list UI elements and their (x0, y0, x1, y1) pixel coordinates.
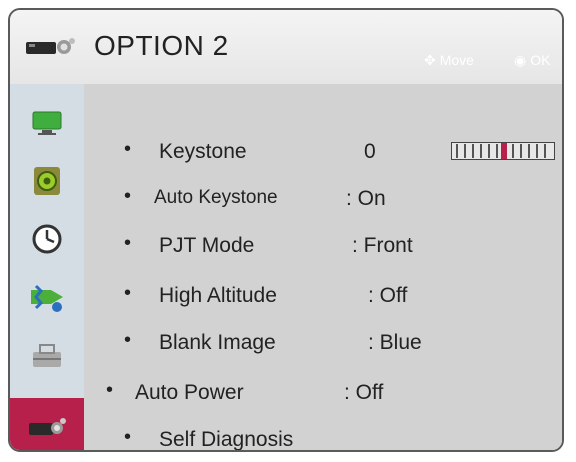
move-hint-label: Move (439, 52, 474, 68)
picture-icon (32, 111, 62, 135)
keystone-slider[interactable] (451, 142, 555, 160)
bullet: • (124, 138, 132, 160)
tab-time[interactable] (10, 210, 84, 268)
bullet: • (124, 426, 132, 448)
slider-tick (456, 144, 458, 158)
audio-icon (34, 167, 60, 195)
menu-item-auto-keystone[interactable]: • Auto Keystone : On (84, 181, 562, 217)
menu-header: OPTION 2 ✥ Move ◉ OK (10, 10, 562, 85)
menu-item-value: : On (346, 187, 386, 210)
menu-item-label: Keystone (159, 140, 247, 163)
menu-item-label: Auto Keystone (154, 187, 278, 208)
menu-item-value: : Off (368, 284, 408, 307)
menu-item-high-altitude[interactable]: • High Altitude : Off (84, 278, 562, 314)
ok-button-icon: ◉ (514, 52, 527, 68)
tab-option2[interactable] (10, 398, 84, 450)
slider-tick (472, 144, 474, 158)
menu-item-value: : Off (344, 381, 384, 404)
slider-tick (544, 144, 546, 158)
slider-tick (480, 144, 482, 158)
menu-item-value: : Front (352, 234, 413, 257)
slider-tick (520, 144, 522, 158)
tab-audio[interactable] (10, 152, 84, 210)
option-list: • Keystone 0 • Auto Keystone : On • PJT … (84, 84, 562, 450)
projector-icon (26, 38, 75, 54)
slider-tick (488, 144, 490, 158)
network-icon (31, 284, 63, 312)
tab-network[interactable] (10, 268, 84, 326)
ok-hint-label: OK (530, 52, 551, 68)
menu-item-label: Blank Image (159, 331, 276, 354)
option2-icon (29, 418, 66, 435)
menu-item-auto-power[interactable]: • Auto Power : Off (84, 375, 562, 411)
bullet: • (124, 185, 132, 207)
category-sidebar (10, 84, 84, 450)
slider-thumb[interactable] (501, 143, 507, 159)
bullet: • (106, 379, 114, 401)
menu-item-blank-image[interactable]: • Blank Image : Blue (84, 325, 562, 361)
tab-picture[interactable] (10, 94, 84, 152)
slider-tick (528, 144, 530, 158)
option-icon (33, 344, 61, 367)
page-title: OPTION 2 (94, 30, 229, 61)
menu-item-pjt-mode[interactable]: • PJT Mode : Front (84, 228, 562, 264)
menu-item-value: : Blue (368, 331, 422, 354)
slider-tick (496, 144, 498, 158)
bullet: • (124, 282, 132, 304)
bullet: • (124, 329, 132, 351)
time-icon (32, 224, 62, 254)
move-arrows-icon: ✥ (424, 52, 436, 68)
slider-tick (536, 144, 538, 158)
slider-tick (464, 144, 466, 158)
menu-item-keystone[interactable]: • Keystone 0 (84, 134, 562, 170)
move-hint: ✥ Move (424, 52, 474, 69)
option2-menu-window: OPTION 2 ✥ Move ◉ OK • Keystone 0 • Auto… (8, 8, 564, 452)
menu-item-label: Auto Power (135, 381, 244, 404)
tab-option[interactable] (10, 326, 84, 384)
menu-item-value: 0 (364, 140, 376, 163)
menu-item-label: Self Diagnosis (159, 428, 294, 451)
slider-tick (512, 144, 514, 158)
bullet: • (124, 232, 132, 254)
ok-hint: ◉ OK (514, 52, 550, 69)
menu-item-label: High Altitude (159, 284, 277, 307)
menu-item-label: PJT Mode (159, 234, 255, 257)
menu-item-self-diagnosis[interactable]: • Self Diagnosis (84, 422, 562, 451)
